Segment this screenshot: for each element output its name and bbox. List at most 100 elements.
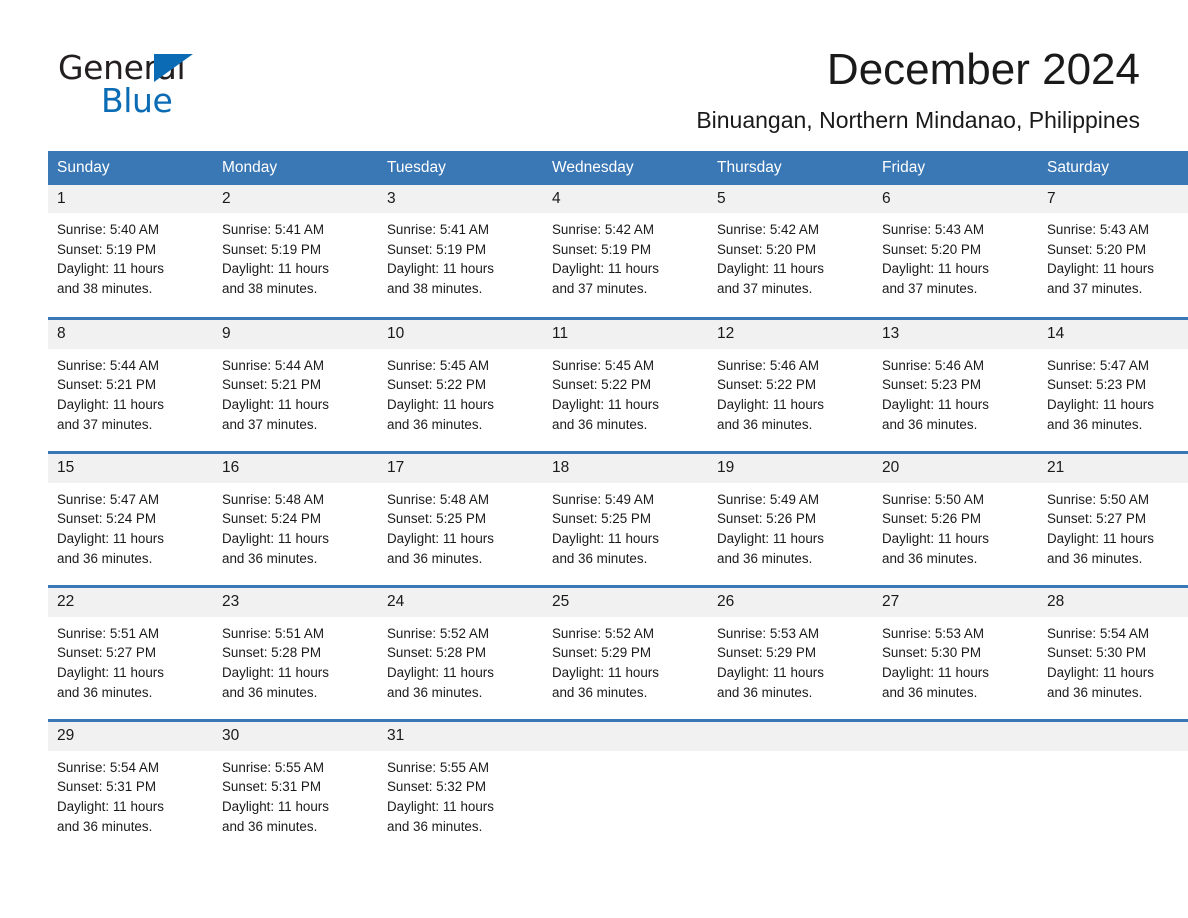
sunrise-text: Sunrise: 5:45 AM <box>552 357 654 373</box>
day-details: Sunrise: 5:41 AM Sunset: 5:19 PM Daylight:… <box>378 213 543 299</box>
sunrise-text: Sunrise: 5:52 AM <box>552 625 654 641</box>
calendar-day-cell[interactable]: 28 Sunrise: 5:54 AM Sunset: 5:30 PM Dayligh… <box>1038 585 1188 721</box>
calendar-day-cell[interactable]: 2 Sunrise: 5:41 AM Sunset: 5:19 PM Daylight… <box>213 184 378 319</box>
day-details: Sunrise: 5:45 AM Sunset: 5:22 PM Daylight:… <box>378 349 543 435</box>
calendar-day-cell[interactable]: 20 Sunrise: 5:50 AM Sunset: 5:26 PM Dayligh… <box>873 451 1038 587</box>
sunset-text: Sunset: 5:28 PM <box>222 645 321 661</box>
daylight-text-line1: Daylight: 11 hours <box>552 261 659 277</box>
day-number: 27 <box>873 588 1038 617</box>
day-details: Sunrise: 5:50 AM Sunset: 5:27 PM Daylight:… <box>1038 483 1188 569</box>
sunrise-text: Sunrise: 5:42 AM <box>552 222 654 238</box>
calendar-day-cell[interactable]: 22 Sunrise: 5:51 AM Sunset: 5:27 PM Dayligh… <box>48 585 213 721</box>
calendar-day-cell[interactable]: 21 Sunrise: 5:50 AM Sunset: 5:27 PM Dayligh… <box>1038 451 1188 587</box>
daylight-text-line2: and 36 minutes. <box>882 416 978 432</box>
daylight-text-line1: Daylight: 11 hours <box>552 664 659 680</box>
calendar-day-cell[interactable]: 8 Sunrise: 5:44 AM Sunset: 5:21 PM Daylight… <box>48 317 213 453</box>
calendar-day-cell[interactable]: 11 Sunrise: 5:45 AM Sunset: 5:22 PM Dayligh… <box>543 317 708 453</box>
title-block: December 2024 Binuangan, Northern Mindan… <box>208 46 1140 134</box>
sunrise-text: Sunrise: 5:49 AM <box>717 491 819 507</box>
daylight-text-line2: and 36 minutes. <box>222 818 318 834</box>
sunset-text: Sunset: 5:19 PM <box>387 241 486 257</box>
daylight-text-line2: and 36 minutes. <box>57 818 153 834</box>
day-number: 5 <box>708 184 873 214</box>
daylight-text-line2: and 36 minutes. <box>57 550 153 566</box>
calendar-day-cell[interactable]: 27 Sunrise: 5:53 AM Sunset: 5:30 PM Dayligh… <box>873 585 1038 721</box>
sunset-text: Sunset: 5:25 PM <box>387 511 486 527</box>
calendar-day-cell[interactable]: 31 Sunrise: 5:55 AM Sunset: 5:32 PM Dayligh… <box>378 719 543 855</box>
calendar-day-cell[interactable]: 14 Sunrise: 5:47 AM Sunset: 5:23 PM Dayligh… <box>1038 317 1188 453</box>
daylight-text-line2: and 36 minutes. <box>222 684 318 700</box>
daylight-text-line1: Daylight: 11 hours <box>387 664 494 680</box>
calendar-day-cell[interactable]: 15 Sunrise: 5:47 AM Sunset: 5:24 PM Dayligh… <box>48 451 213 587</box>
calendar-day-cell[interactable]: 12 Sunrise: 5:46 AM Sunset: 5:22 PM Dayligh… <box>708 317 873 453</box>
day-details: Sunrise: 5:49 AM Sunset: 5:26 PM Daylight:… <box>708 483 873 569</box>
sunset-text: Sunset: 5:29 PM <box>717 645 816 661</box>
calendar-day-cell[interactable]: 17 Sunrise: 5:48 AM Sunset: 5:25 PM Dayligh… <box>378 451 543 587</box>
day-cell-inner: 11 Sunrise: 5:45 AM Sunset: 5:22 PM Dayligh… <box>543 320 708 451</box>
day-number: 7 <box>1038 184 1188 214</box>
daylight-text-line1: Daylight: 11 hours <box>1047 530 1154 546</box>
calendar-day-cell[interactable]: 29 Sunrise: 5:54 AM Sunset: 5:31 PM Dayligh… <box>48 719 213 855</box>
day-number: 19 <box>708 454 873 483</box>
calendar-day-cell[interactable]: 18 Sunrise: 5:49 AM Sunset: 5:25 PM Dayligh… <box>543 451 708 587</box>
day-details: Sunrise: 5:47 AM Sunset: 5:23 PM Daylight:… <box>1038 349 1188 435</box>
day-number: 4 <box>543 184 708 214</box>
day-cell-inner: 13 Sunrise: 5:46 AM Sunset: 5:23 PM Dayligh… <box>873 320 1038 451</box>
calendar-day-cell[interactable]: 26 Sunrise: 5:53 AM Sunset: 5:29 PM Dayligh… <box>708 585 873 721</box>
day-number: 12 <box>708 320 873 349</box>
sunset-text: Sunset: 5:19 PM <box>552 241 651 257</box>
calendar-day-cell[interactable]: 1 Sunrise: 5:40 AM Sunset: 5:19 PM Daylight… <box>48 184 213 319</box>
weekday-header-saturday: Saturday <box>1038 150 1188 185</box>
daylight-text-line2: and 36 minutes. <box>552 416 648 432</box>
calendar-day-cell[interactable]: 23 Sunrise: 5:51 AM Sunset: 5:28 PM Dayligh… <box>213 585 378 721</box>
sunrise-text: Sunrise: 5:46 AM <box>882 357 984 373</box>
calendar-day-cell[interactable]: 19 Sunrise: 5:49 AM Sunset: 5:26 PM Dayligh… <box>708 451 873 587</box>
sunset-text: Sunset: 5:26 PM <box>882 511 981 527</box>
calendar-day-cell[interactable]: 4 Sunrise: 5:42 AM Sunset: 5:19 PM Daylight… <box>543 184 708 319</box>
calendar-day-cell[interactable]: 7 Sunrise: 5:43 AM Sunset: 5:20 PM Daylight… <box>1038 184 1188 319</box>
day-number <box>873 722 1038 751</box>
calendar-day-cell[interactable]: 25 Sunrise: 5:52 AM Sunset: 5:29 PM Dayligh… <box>543 585 708 721</box>
daylight-text-line1: Daylight: 11 hours <box>222 530 329 546</box>
calendar-day-cell[interactable]: 6 Sunrise: 5:43 AM Sunset: 5:20 PM Daylight… <box>873 184 1038 319</box>
calendar-day-cell[interactable]: 13 Sunrise: 5:46 AM Sunset: 5:23 PM Dayligh… <box>873 317 1038 453</box>
daylight-text-line1: Daylight: 11 hours <box>717 530 824 546</box>
day-cell-inner: 29 Sunrise: 5:54 AM Sunset: 5:31 PM Dayligh… <box>48 722 213 855</box>
daylight-text-line2: and 37 minutes. <box>57 416 153 432</box>
day-number: 6 <box>873 184 1038 214</box>
calendar-day-cell[interactable]: 30 Sunrise: 5:55 AM Sunset: 5:31 PM Dayligh… <box>213 719 378 855</box>
day-number <box>1038 722 1188 751</box>
day-details: Sunrise: 5:41 AM Sunset: 5:19 PM Daylight:… <box>213 213 378 299</box>
sunrise-text: Sunrise: 5:45 AM <box>387 357 489 373</box>
daylight-text-line1: Daylight: 11 hours <box>387 530 494 546</box>
calendar-day-cell[interactable]: 10 Sunrise: 5:45 AM Sunset: 5:22 PM Dayligh… <box>378 317 543 453</box>
calendar-day-cell[interactable]: 24 Sunrise: 5:52 AM Sunset: 5:28 PM Dayligh… <box>378 585 543 721</box>
daylight-text-line1: Daylight: 11 hours <box>57 530 164 546</box>
sunrise-text: Sunrise: 5:54 AM <box>57 759 159 775</box>
daylight-text-line1: Daylight: 11 hours <box>387 396 494 412</box>
day-details: Sunrise: 5:54 AM Sunset: 5:31 PM Daylight:… <box>48 751 213 837</box>
calendar-day-cell[interactable]: 5 Sunrise: 5:42 AM Sunset: 5:20 PM Daylight… <box>708 184 873 319</box>
day-number: 18 <box>543 454 708 483</box>
day-cell-inner <box>543 722 708 855</box>
day-cell-inner: 31 Sunrise: 5:55 AM Sunset: 5:32 PM Dayligh… <box>378 722 543 855</box>
day-cell-inner: 23 Sunrise: 5:51 AM Sunset: 5:28 PM Dayligh… <box>213 588 378 719</box>
sunrise-text: Sunrise: 5:53 AM <box>882 625 984 641</box>
page-header: General Blue December 2024 Binuangan, No… <box>48 0 1140 134</box>
sunrise-text: Sunrise: 5:43 AM <box>882 222 984 238</box>
day-number: 31 <box>378 722 543 751</box>
calendar-day-cell[interactable]: 16 Sunrise: 5:48 AM Sunset: 5:24 PM Dayligh… <box>213 451 378 587</box>
sunrise-sunset-calendar: Sunday Monday Tuesday Wednesday Thursday… <box>48 150 1188 855</box>
weekday-header-friday: Friday <box>873 150 1038 185</box>
day-cell-inner: 27 Sunrise: 5:53 AM Sunset: 5:30 PM Dayligh… <box>873 588 1038 719</box>
calendar-day-cell[interactable]: 9 Sunrise: 5:44 AM Sunset: 5:21 PM Daylight… <box>213 317 378 453</box>
sunset-text: Sunset: 5:22 PM <box>387 377 486 393</box>
calendar-day-cell[interactable]: 3 Sunrise: 5:41 AM Sunset: 5:19 PM Daylight… <box>378 184 543 319</box>
day-cell-inner: 14 Sunrise: 5:47 AM Sunset: 5:23 PM Dayligh… <box>1038 320 1188 451</box>
sunrise-text: Sunrise: 5:49 AM <box>552 491 654 507</box>
weekday-header-tuesday: Tuesday <box>378 150 543 185</box>
weekday-header-wednesday: Wednesday <box>543 150 708 185</box>
daylight-text-line1: Daylight: 11 hours <box>717 664 824 680</box>
day-details: Sunrise: 5:44 AM Sunset: 5:21 PM Daylight:… <box>213 349 378 435</box>
sunset-text: Sunset: 5:24 PM <box>222 511 321 527</box>
